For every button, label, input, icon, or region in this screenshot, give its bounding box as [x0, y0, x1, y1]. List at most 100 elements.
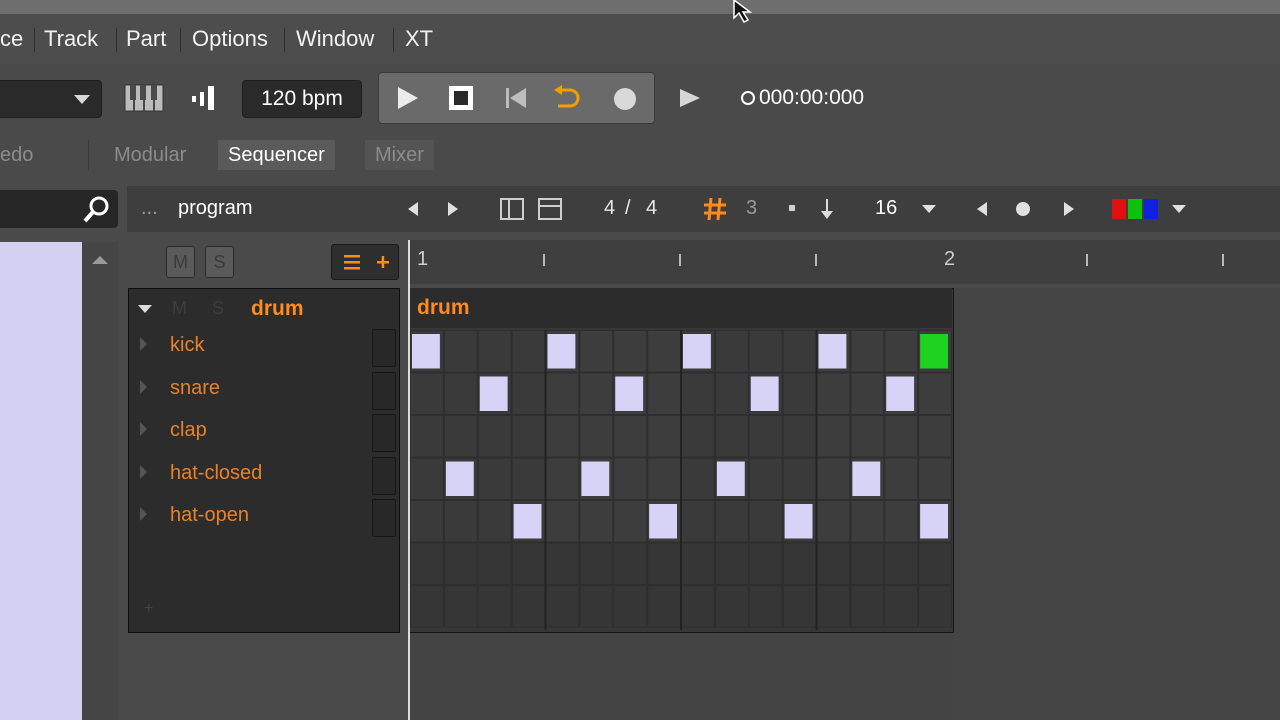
- program-name[interactable]: program: [178, 197, 252, 220]
- track-level-slot[interactable]: [372, 329, 396, 367]
- expand-track-icon[interactable]: [140, 379, 147, 394]
- expand-track-icon[interactable]: [140, 337, 147, 351]
- preset-dropdown[interactable]: [0, 80, 102, 118]
- track-level-slot[interactable]: [372, 456, 396, 495]
- step-cell[interactable]: [410, 457, 444, 500]
- chevron-down-icon[interactable]: [920, 203, 938, 215]
- step-cell[interactable]: [681, 585, 715, 628]
- step-cell[interactable]: [782, 372, 817, 415]
- step-cell[interactable]: [714, 415, 749, 458]
- step-cell[interactable]: [918, 372, 952, 415]
- split-horizontal-icon[interactable]: [538, 198, 562, 220]
- track-name[interactable]: kick: [170, 334, 204, 357]
- step-cell[interactable]: [816, 500, 851, 543]
- step-cell[interactable]: [918, 415, 952, 458]
- step-cell[interactable]: [884, 500, 919, 543]
- step-cell[interactable]: [545, 585, 580, 628]
- color-swatch-icon[interactable]: [1110, 197, 1164, 221]
- tab-mixer[interactable]: Mixer: [365, 140, 434, 170]
- step-cell[interactable]: [748, 542, 783, 585]
- step-cell[interactable]: [410, 542, 444, 585]
- prev-program-icon[interactable]: [406, 200, 420, 218]
- step-cell[interactable]: [613, 542, 648, 585]
- step-cell[interactable]: [613, 457, 648, 500]
- split-vertical-icon[interactable]: [500, 198, 524, 220]
- note-step[interactable]: [649, 504, 677, 539]
- menu-item-options[interactable]: Options: [192, 26, 268, 52]
- expand-track-icon[interactable]: [140, 422, 147, 436]
- step-cell[interactable]: [511, 457, 546, 500]
- step-cell[interactable]: [681, 542, 715, 585]
- note-step[interactable]: [547, 334, 576, 369]
- grid-icon[interactable]: [703, 197, 727, 221]
- step-cell[interactable]: [681, 457, 715, 500]
- note-step[interactable]: [784, 504, 813, 539]
- step-cell[interactable]: [477, 542, 512, 585]
- collapse-group-icon[interactable]: [136, 302, 154, 316]
- step-cell[interactable]: [714, 372, 749, 415]
- play-icon[interactable]: [396, 85, 420, 111]
- step-cell[interactable]: [443, 500, 478, 543]
- step-cell[interactable]: [443, 415, 478, 458]
- note-step[interactable]: [920, 504, 948, 539]
- track-level-slot[interactable]: [372, 414, 396, 452]
- step-cell[interactable]: [714, 542, 749, 585]
- track-level-slot[interactable]: [372, 499, 396, 537]
- step-cell[interactable]: [850, 372, 885, 415]
- program-menu-button[interactable]: ...: [141, 197, 158, 220]
- step-cell[interactable]: [748, 500, 783, 543]
- step-cell[interactable]: [545, 415, 580, 458]
- track-menu-button[interactable]: [331, 244, 399, 280]
- step-cell[interactable]: [410, 585, 444, 628]
- arrow-down-icon[interactable]: [818, 197, 836, 221]
- step-cell[interactable]: [714, 585, 749, 628]
- step-cell[interactable]: [647, 415, 681, 458]
- scroll-up-icon[interactable]: [82, 250, 118, 270]
- track-row[interactable]: clap: [128, 411, 398, 453]
- step-cell[interactable]: [579, 500, 614, 543]
- step-cell[interactable]: [714, 330, 749, 373]
- track-row[interactable]: hat-open: [128, 496, 398, 538]
- menu-item-device[interactable]: ce: [0, 26, 23, 52]
- step-cell[interactable]: [477, 415, 512, 458]
- tab-sequencer[interactable]: Sequencer: [218, 140, 335, 170]
- note-step[interactable]: [750, 376, 779, 412]
- step-cell[interactable]: [782, 330, 817, 373]
- step-cell[interactable]: [511, 542, 546, 585]
- step-cell[interactable]: [579, 585, 614, 628]
- next-program-icon[interactable]: [446, 200, 460, 218]
- step-cell[interactable]: [884, 542, 919, 585]
- step-cell[interactable]: [410, 500, 444, 543]
- expand-track-icon[interactable]: [140, 464, 147, 479]
- note-step[interactable]: [683, 334, 711, 369]
- prev-step-icon[interactable]: [975, 200, 989, 218]
- step-grid[interactable]: [410, 330, 952, 630]
- step-cell[interactable]: [477, 330, 512, 373]
- step-cell[interactable]: [748, 330, 783, 373]
- step-cell[interactable]: [545, 372, 580, 415]
- step-cell[interactable]: [511, 372, 546, 415]
- step-cell[interactable]: [410, 372, 444, 415]
- step-cell[interactable]: [477, 500, 512, 543]
- track-row[interactable]: snare: [128, 369, 398, 411]
- step-cell[interactable]: [443, 372, 478, 415]
- active-step[interactable]: [920, 334, 948, 369]
- browser-scrollbar[interactable]: [82, 242, 118, 720]
- rewind-to-start-icon[interactable]: [504, 86, 528, 110]
- group-name[interactable]: drum: [251, 297, 304, 321]
- step-cell[interactable]: [545, 542, 580, 585]
- step-cell[interactable]: [850, 542, 885, 585]
- step-cell[interactable]: [477, 457, 512, 500]
- browser-panel[interactable]: [0, 242, 82, 720]
- step-cell[interactable]: [782, 415, 817, 458]
- step-cell[interactable]: [443, 330, 478, 373]
- step-cell[interactable]: [816, 415, 851, 458]
- step-cell[interactable]: [816, 457, 851, 500]
- step-cell[interactable]: [782, 542, 817, 585]
- step-cell[interactable]: [579, 542, 614, 585]
- step-cell[interactable]: [850, 415, 885, 458]
- tab-modular[interactable]: Modular: [104, 140, 196, 170]
- step-cell[interactable]: [816, 542, 851, 585]
- step-cell[interactable]: [647, 585, 681, 628]
- step-cell[interactable]: [850, 500, 885, 543]
